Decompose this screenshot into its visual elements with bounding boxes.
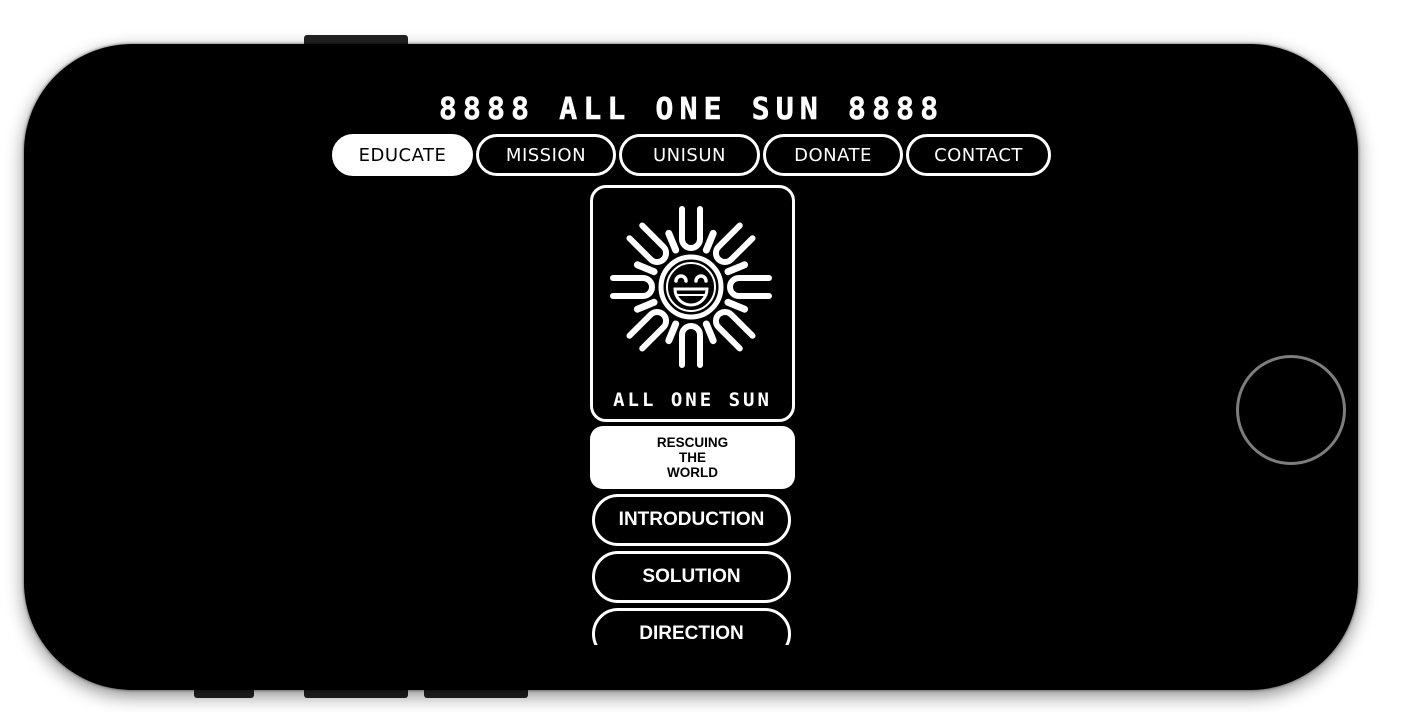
headline-line: RESCUING — [656, 435, 729, 450]
tab-unisun[interactable]: UNISUN — [619, 134, 760, 176]
tab-educate[interactable]: EDUCATE — [332, 134, 473, 176]
headline-box: RESCUING THE WORLD — [590, 426, 795, 489]
tab-contact[interactable]: CONTACT — [906, 134, 1051, 176]
tab-donate[interactable]: DONATE — [763, 134, 903, 176]
site-title: 8888 ALL ONE SUN 8888 — [438, 92, 945, 127]
solution-button[interactable]: SOLUTION — [592, 551, 791, 603]
direction-button[interactable]: DIRECTION — [592, 608, 791, 645]
headline-line: WORLD — [666, 465, 718, 480]
introduction-button[interactable]: INTRODUCTION — [592, 494, 791, 546]
tab-mission[interactable]: MISSION — [476, 134, 616, 176]
headline-line: THE — [678, 450, 706, 465]
logo-wordmark: ALL ONE SUN — [613, 389, 772, 411]
smiling-sun-icon — [610, 206, 772, 368]
logo-card[interactable]: ALL ONE SUN — [590, 185, 795, 422]
screen: 8888 ALL ONE SUN 8888 EDUCATE MISSION UN… — [198, 89, 1185, 645]
home-button[interactable] — [1236, 355, 1346, 465]
